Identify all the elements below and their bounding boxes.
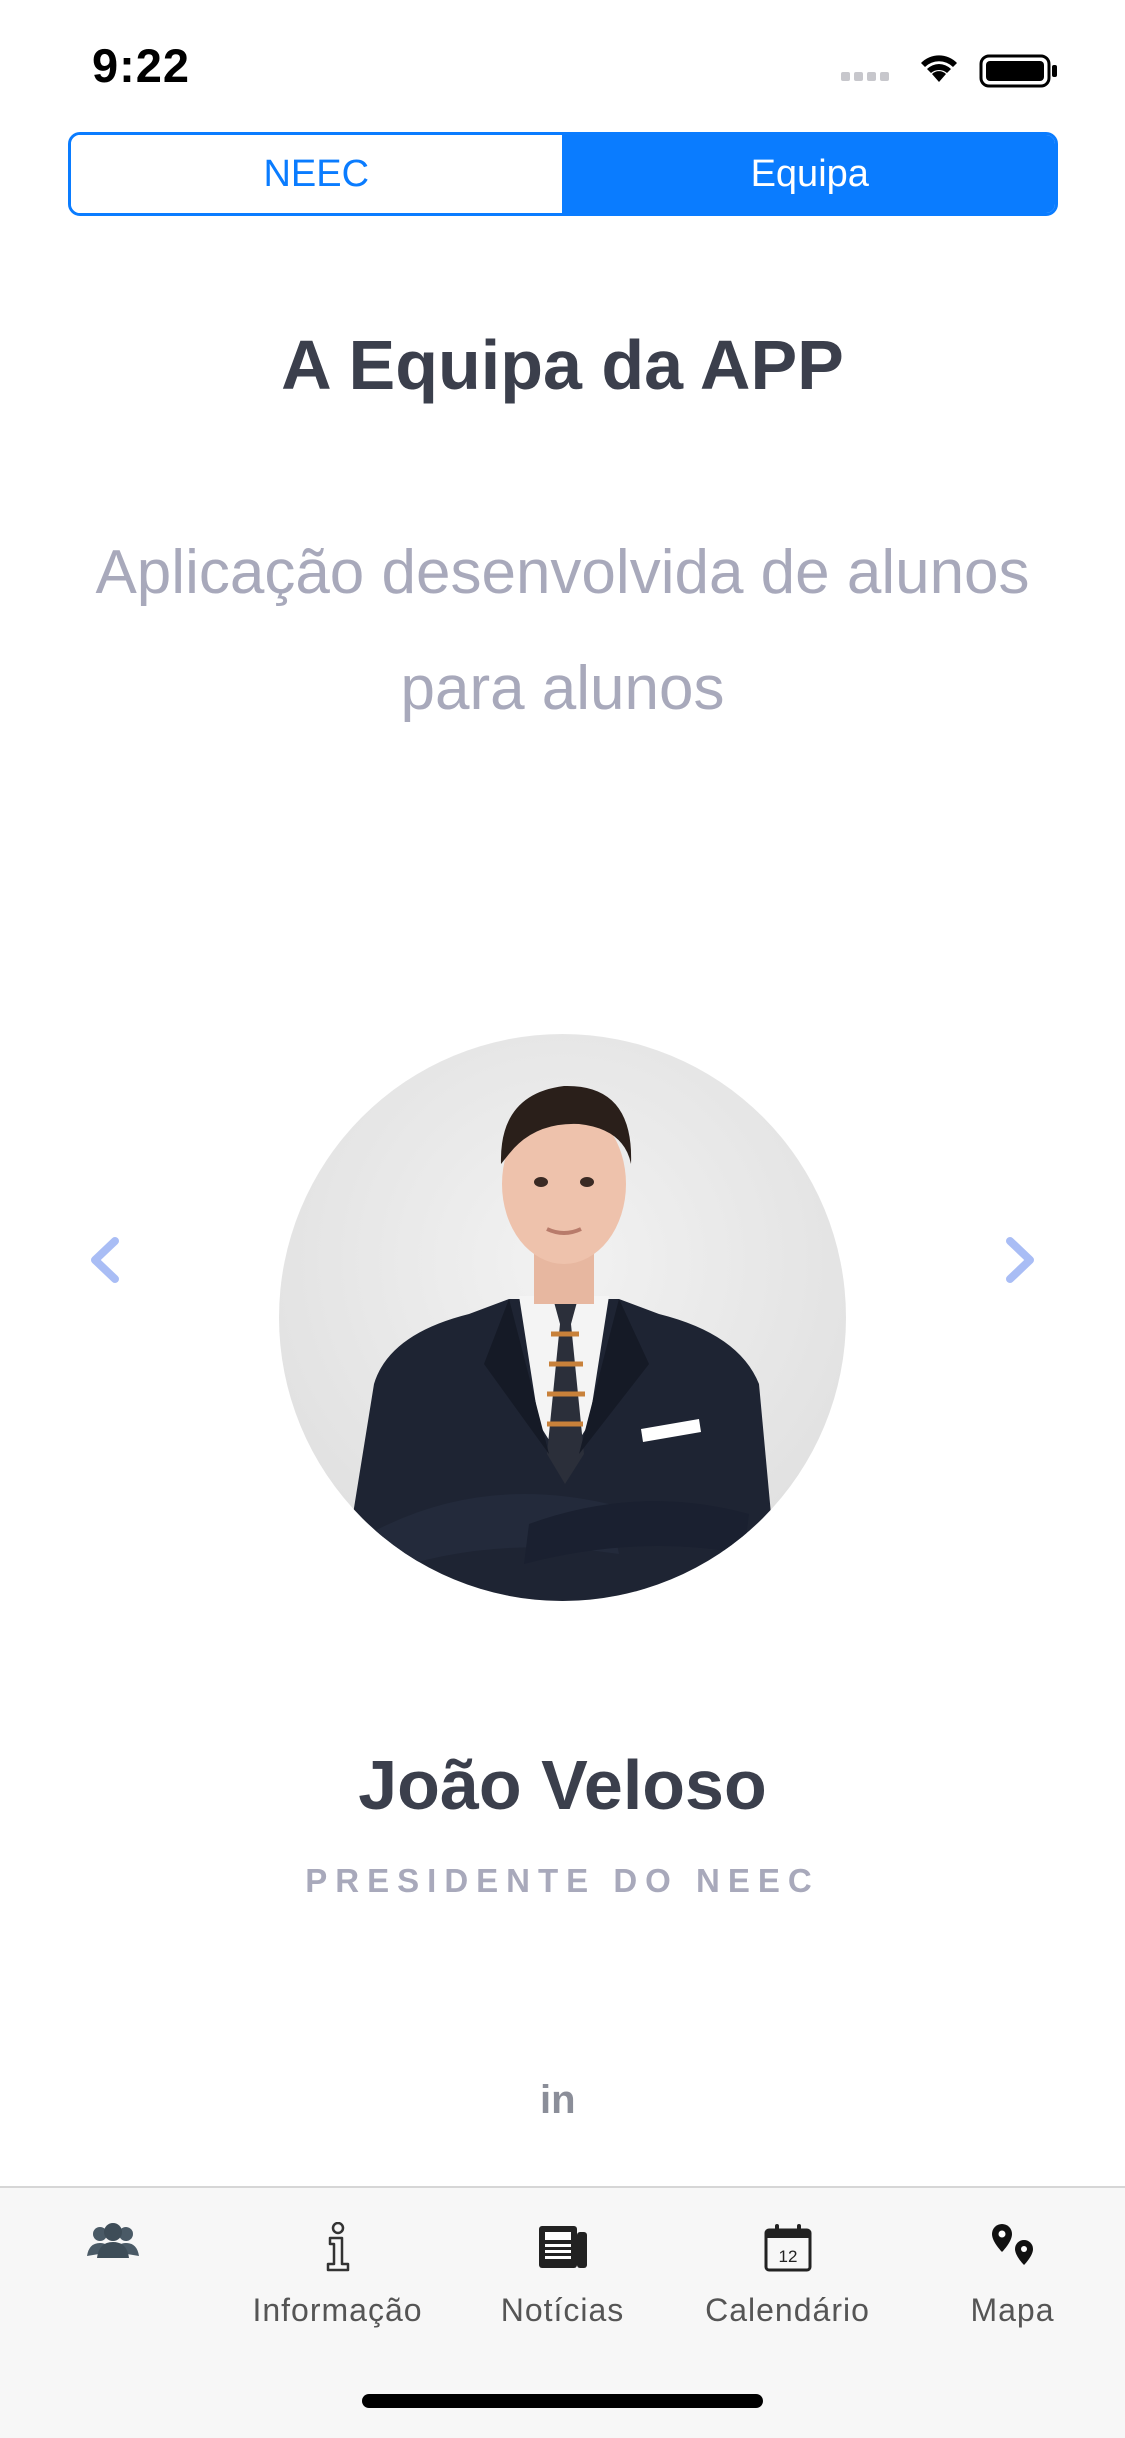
subtitle-line-2: para alunos <box>400 654 725 723</box>
wifi-icon <box>921 55 957 82</box>
person-illustration <box>339 1085 779 1601</box>
map-pin-icon <box>991 2224 1033 2265</box>
newspaper-icon <box>538 2226 587 2268</box>
tab-label-calendario: Calendário <box>705 2292 870 2328</box>
signal-icon <box>841 72 889 81</box>
status-icons <box>841 54 1057 88</box>
member-photo <box>279 1034 846 1601</box>
calendar-day: 12 <box>778 2247 797 2266</box>
previous-arrow-icon[interactable] <box>85 1235 125 1285</box>
member-role: PRESIDENTE DO NEEC <box>305 1862 820 1899</box>
segment-neec[interactable]: NEEC <box>71 135 565 213</box>
member-name: João Veloso <box>358 1746 767 1824</box>
segment-equipa[interactable]: Equipa <box>564 135 1055 213</box>
page-title: A Equipa da APP <box>281 326 844 404</box>
tab-label-mapa: Mapa <box>970 2292 1055 2328</box>
tab-label-noticias: Notícias <box>500 2292 625 2328</box>
linkedin-icon[interactable]: in <box>540 2078 576 2123</box>
segmented-control: NEEC Equipa <box>68 132 1058 216</box>
battery-icon <box>979 54 1057 88</box>
home-indicator[interactable] <box>362 2394 763 2408</box>
info-icon <box>326 2222 349 2272</box>
tab-label-informacao: Informação <box>252 2292 423 2328</box>
page-subtitle: Aplicação desenvolvida de alunos para al… <box>50 515 1075 747</box>
status-time: 9:22 <box>92 39 191 92</box>
subtitle-line-1: Aplicação desenvolvida de alunos <box>95 538 1030 607</box>
people-icon <box>86 2223 139 2258</box>
next-arrow-icon[interactable] <box>1000 1235 1040 1285</box>
calendar-icon: 12 <box>764 2224 811 2272</box>
